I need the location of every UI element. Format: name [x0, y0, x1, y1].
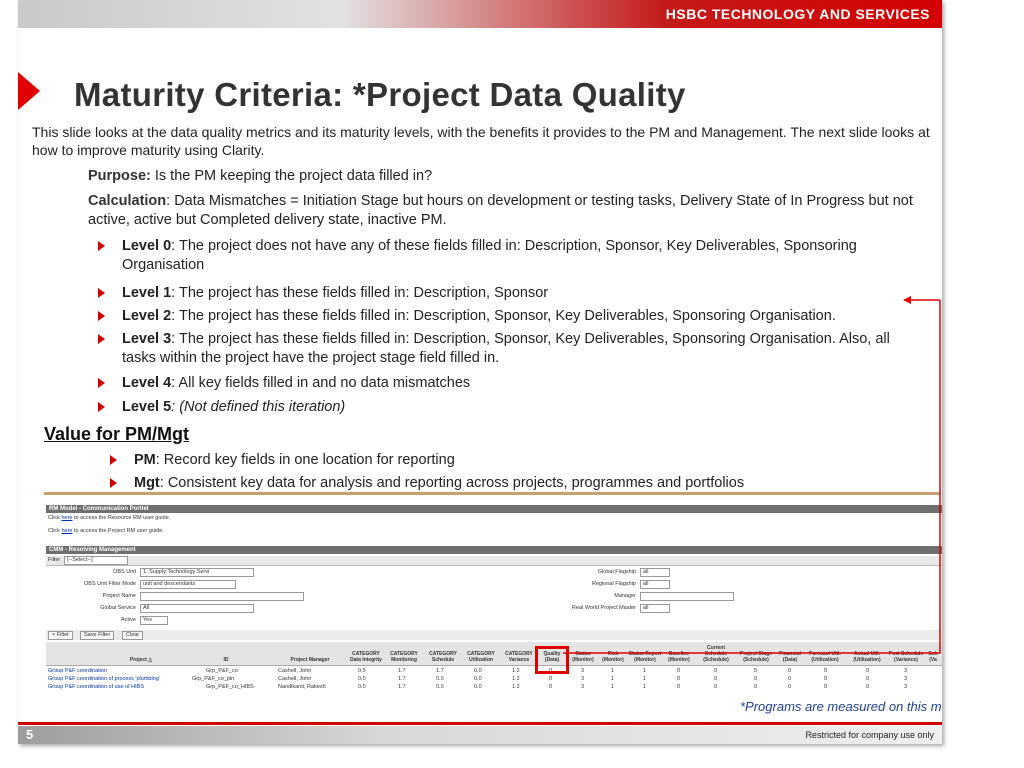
title-marker-icon — [18, 72, 40, 110]
obs-mode-select[interactable]: unit and descendants — [140, 580, 236, 589]
guide-link[interactable]: here — [61, 528, 72, 534]
connector-arrow-icon — [563, 296, 941, 654]
column-header[interactable]: CATEGORY Variance — [500, 651, 538, 663]
bullet-arrow-icon — [110, 455, 117, 465]
column-header[interactable]: CATEGORY Schedule — [424, 651, 462, 663]
intro-text: This slide looks at the data quality met… — [32, 124, 930, 158]
header-bar: HSBC TECHNOLOGY AND SERVICES — [18, 0, 942, 28]
footer-accent — [18, 722, 942, 725]
bullet-arrow-icon — [98, 311, 105, 321]
column-header[interactable]: CATEGORY Data Integrity — [348, 651, 384, 663]
column-header[interactable]: ID — [206, 657, 246, 663]
calculation-paragraph: Calculation: Data Mismatches = Initiatio… — [88, 192, 928, 230]
calculation-label: Calculation — [88, 193, 167, 209]
bullet-arrow-icon — [110, 478, 117, 488]
guide-link[interactable]: here — [61, 515, 72, 521]
level-label: Level 4 — [122, 375, 172, 391]
column-header[interactable]: Project △ — [106, 657, 176, 663]
obs-unit-field[interactable]: 1. Supply:Technology Servi — [140, 568, 254, 577]
value-label: Mgt — [134, 475, 160, 491]
level-label: Level 1 — [122, 285, 172, 301]
value-heading: Value for PM/Mgt — [44, 424, 190, 444]
project-name-field[interactable] — [140, 592, 304, 601]
calculation-text: : Data Mismatches = Initiation Stage but… — [88, 193, 913, 228]
bullet-arrow-icon — [98, 288, 105, 298]
value-label: PM — [134, 452, 156, 468]
company-name: HSBC TECHNOLOGY AND SERVICES — [665, 6, 930, 22]
bullet-arrow-icon — [98, 334, 105, 344]
purpose-label: Purpose: — [88, 168, 151, 184]
global-service-select[interactable]: All — [140, 604, 254, 613]
filter-select[interactable]: [--Select--] — [64, 556, 128, 565]
value-text: : Record key fields in one location for … — [155, 452, 455, 468]
table-row[interactable]: Group P&F coordination of process 'plumb… — [46, 676, 942, 683]
slide: HSBC TECHNOLOGY AND SERVICES Maturity Cr… — [18, 0, 942, 744]
level-item: Level 0: The project does not have any o… — [98, 237, 928, 275]
active-select[interactable]: Yes — [140, 616, 168, 625]
slide-title: Maturity Criteria: *Project Data Quality — [74, 76, 686, 113]
table-row[interactable]: Group P&F coordination Grp_P&F_co Cashel… — [46, 668, 942, 675]
column-header[interactable]: CATEGORY Utilization — [462, 651, 500, 663]
bullet-arrow-icon — [98, 402, 105, 412]
level-text: : (Not defined this iteration) — [171, 399, 346, 415]
purpose-text: Is the PM keeping the project data fille… — [150, 168, 433, 184]
guide-line: Click here to access the Project RM user… — [48, 528, 164, 534]
clear-button[interactable]: Clear — [122, 631, 144, 640]
table-row[interactable]: Group P&F coordination of use of HIBS Gr… — [46, 684, 942, 691]
page-number: 5 — [26, 727, 34, 742]
classification-label: Restricted for company use only — [805, 730, 934, 740]
level-label: Level 0 — [122, 238, 172, 254]
filter-label: Filter — [48, 557, 61, 563]
column-header[interactable]: CATEGORY Monitoring — [384, 651, 424, 663]
bullet-arrow-icon — [98, 241, 105, 251]
level-label: Level 5 — [122, 399, 172, 415]
level-text: : The project has these fields filled in… — [171, 285, 549, 301]
level-text: : All key fields filled in and no data m… — [171, 375, 471, 391]
level-label: Level 3 — [122, 331, 172, 347]
guide-line: Click here to access the Resource RM use… — [48, 515, 171, 521]
programs-note: *Programs are measured on this metric — [740, 699, 942, 714]
filter-button[interactable]: × Filter — [48, 631, 73, 640]
footer-bar: 5 Restricted for company use only — [18, 726, 942, 744]
purpose-paragraph: Purpose: Is the PM keeping the project d… — [88, 167, 928, 186]
bullet-arrow-icon — [98, 378, 105, 388]
save-filter-button[interactable]: Save Filter — [80, 631, 115, 640]
level-text: : The project does not have any of these… — [122, 238, 857, 273]
column-header[interactable]: Project Manager — [282, 657, 338, 663]
level-label: Level 2 — [122, 308, 172, 324]
